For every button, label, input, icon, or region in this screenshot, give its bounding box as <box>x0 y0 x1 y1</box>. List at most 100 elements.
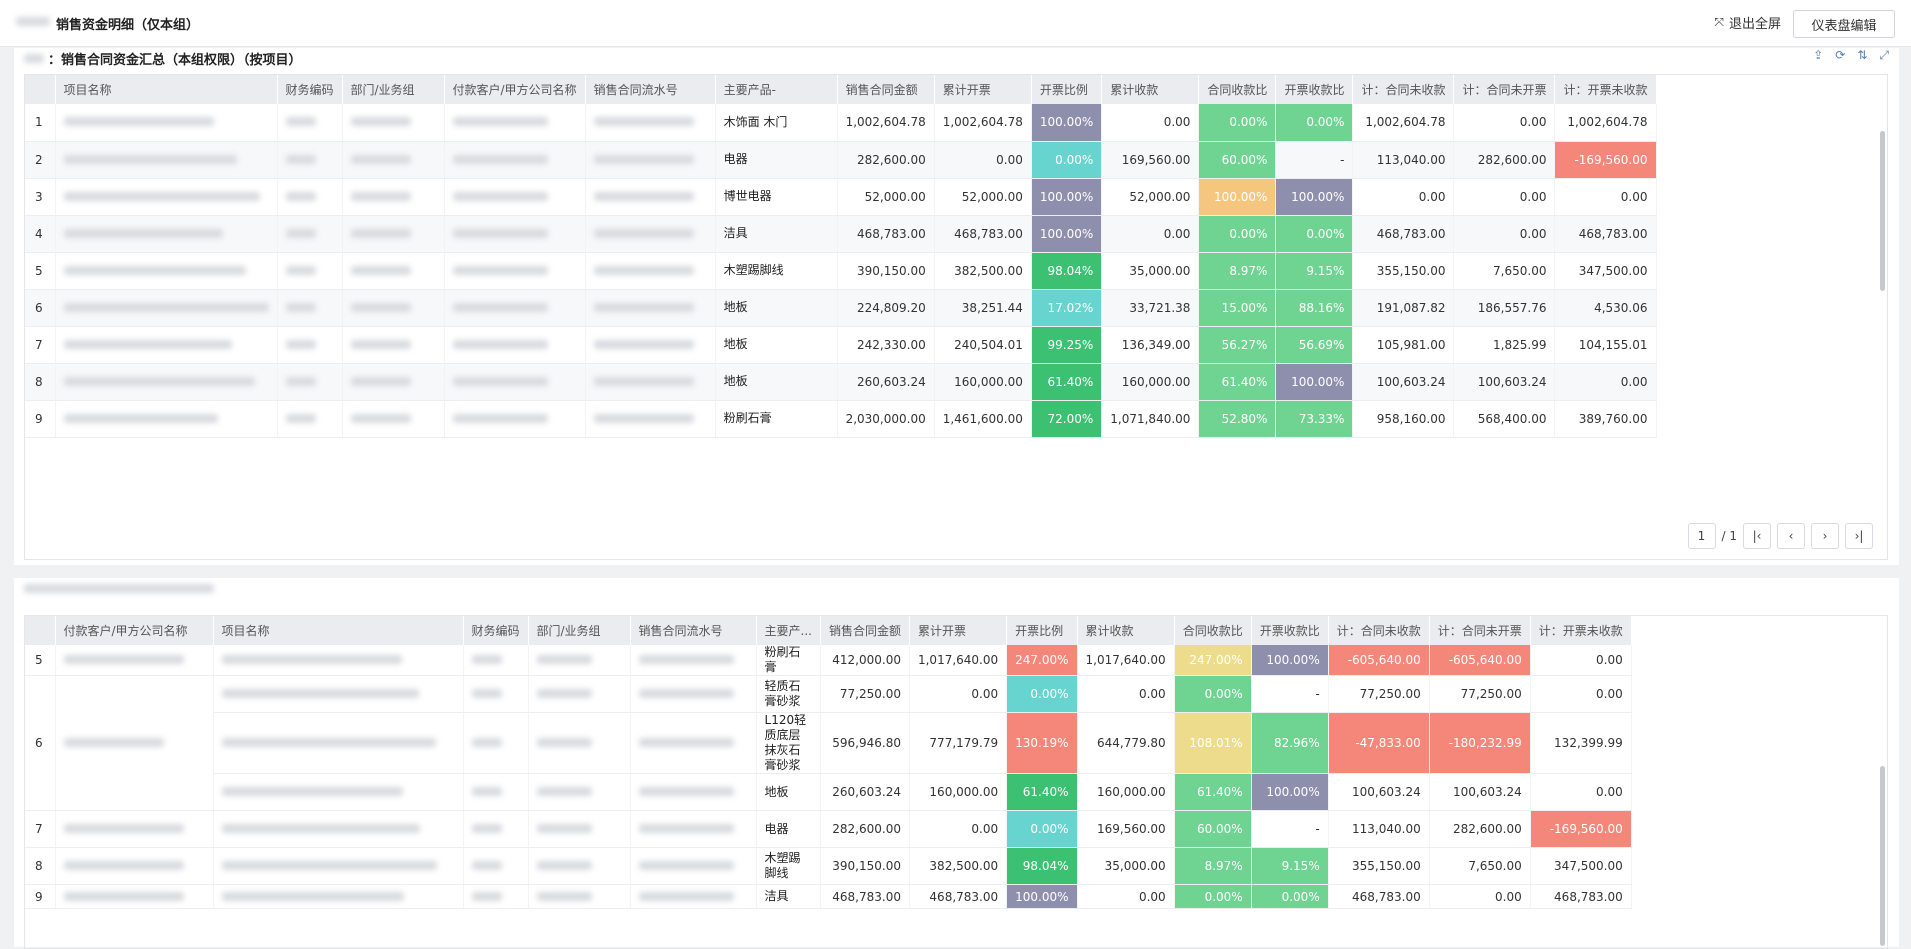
customer-summary-panel: 付款客户/甲方公司名称 项目名称 财务编码 部门/业务组 销售合同流水号 主要产... 销售… <box>14 578 1899 949</box>
blurred-cell <box>55 884 214 909</box>
column-header[interactable]: 计：合同未收款 <box>1328 616 1430 645</box>
table-row[interactable]: 5 木塑踢脚线 390,150.00 382,500.00 98.04% 35,000.0… <box>25 252 1657 290</box>
column-header[interactable]: 销售合同金额 <box>820 616 910 645</box>
column-header[interactable]: 计：合同未收款 <box>1352 75 1455 104</box>
column-header[interactable]: 付款客户/甲方公司名称 <box>55 616 214 645</box>
edit-dashboard-button[interactable]: 仪表盘编辑 <box>1793 10 1895 38</box>
table2-scrollbar[interactable] <box>1880 766 1885 946</box>
receipt-ratio-cell: 8.97% <box>1174 847 1252 885</box>
blurred-cell <box>444 215 586 253</box>
column-header[interactable]: 累计开票 <box>934 75 1032 104</box>
uninvoiced-cell: -180,232.99 <box>1429 712 1531 774</box>
blurred-text <box>221 738 436 747</box>
contract-amount-cell: 224,809.20 <box>837 289 935 327</box>
header-row: 付款客户/甲方公司名称 项目名称 财务编码 部门/业务组 销售合同流水号 主要产... 销售… <box>25 616 1632 645</box>
blurred-cell <box>444 326 586 364</box>
contract-amount-cell: 260,603.24 <box>837 363 935 401</box>
page-number-input[interactable]: 1 <box>1687 523 1716 549</box>
refresh-icon[interactable]: ⟳ <box>1835 48 1845 63</box>
blurred-text <box>63 413 218 423</box>
table-row[interactable]: 5 粉刷石膏 412,000.00 1,017,640.00 247.00% 1,017,… <box>25 645 1632 676</box>
column-header[interactable]: 开票收款比 <box>1275 75 1354 104</box>
customer-table-grid: 付款客户/甲方公司名称 项目名称 财务编码 部门/业务组 销售合同流水号 主要产... 销售… <box>25 616 1632 909</box>
unreceived-cell: 191,087.82 <box>1352 289 1455 327</box>
table-row[interactable]: L120轻质底层抹灰石膏砂浆 596,946.80 777,179.79 130.19… <box>25 712 1632 774</box>
uninvoiced-cell: 0.00 <box>1453 215 1556 253</box>
table-row[interactable]: 8 地板 260,603.24 160,000.00 61.40% 160,000.00 6… <box>25 363 1657 401</box>
column-header[interactable]: 计：开票未收款 <box>1554 75 1657 104</box>
uninvoiced-cell: 100,603.24 <box>1453 363 1556 401</box>
column-header[interactable]: 累计收款 <box>1101 75 1200 104</box>
column-header[interactable]: 计：合同未开票 <box>1453 75 1556 104</box>
table-row[interactable]: 3 博世电器 52,000.00 52,000.00 100.00% 52,000.00 1… <box>25 178 1657 216</box>
column-header[interactable]: 部门/业务组 <box>342 75 445 104</box>
blurred-cell <box>585 400 716 438</box>
column-header[interactable] <box>25 75 56 104</box>
column-header[interactable]: 计：开票未收款 <box>1530 616 1632 645</box>
table-row[interactable]: 地板 260,603.24 160,000.00 61.40% 160,000.00 61… <box>25 773 1632 811</box>
received-cell: 52,000.00 <box>1101 178 1200 216</box>
dashboard-title: 销售资金明细（仅本组） <box>56 18 200 33</box>
blurred-text <box>63 191 260 201</box>
table-row[interactable]: 2 电器 282,600.00 0.00 0.00% 169,560.00 60.00% -1… <box>25 141 1657 179</box>
invoiced-cell: 160,000.00 <box>909 773 1008 811</box>
column-header[interactable]: 累计开票 <box>909 616 1008 645</box>
unreceived-cell: 468,783.00 <box>1352 215 1455 253</box>
invoice-receipt-ratio-cell: 9.15% <box>1251 847 1329 885</box>
blurred-text <box>536 738 592 747</box>
table-row[interactable]: 7 地板 242,330.00 240,504.01 99.25% 136,349.00 5… <box>25 326 1657 364</box>
column-header[interactable]: 项目名称 <box>213 616 464 645</box>
blurred-text <box>593 117 694 127</box>
column-header[interactable]: 财务编码 <box>463 616 529 645</box>
invoice-receipt-ratio-cell: 73.33% <box>1275 400 1354 438</box>
column-header[interactable]: 计：合同未开票 <box>1429 616 1531 645</box>
column-header[interactable]: 项目名称 <box>55 75 278 104</box>
product-cell: 地板 <box>715 363 838 401</box>
table-row[interactable]: 9 粉刷石膏 2,030,000.00 1,461,600.00 72.00% 1,071… <box>25 400 1657 438</box>
first-page-icon[interactable]: |‹ <box>1743 523 1771 549</box>
blurred-cell <box>55 645 214 676</box>
column-header[interactable]: 合同收款比 <box>1198 75 1277 104</box>
contract-amount-cell: 260,603.24 <box>820 773 910 811</box>
sort-icon[interactable]: ⇅ <box>1857 48 1867 63</box>
expand-icon[interactable]: ⤢ <box>1879 48 1889 63</box>
upload-icon[interactable]: ⇪ <box>1813 48 1823 63</box>
blurred-cell <box>55 847 214 885</box>
table-row[interactable]: 1 木饰面 木门 1,002,604.78 1,002,604.78 100.00% 0.… <box>25 104 1657 142</box>
table-row[interactable]: 8 木塑踢脚线 390,150.00 382,500.00 98.04% 35,000.0… <box>25 847 1632 885</box>
blurred-cell <box>277 252 343 290</box>
column-header[interactable]: 销售合同金额 <box>837 75 935 104</box>
table-row[interactable]: 9 洁具 468,783.00 468,783.00 100.00% 0.00 0.00% 0… <box>25 884 1632 909</box>
column-header[interactable]: 开票收款比 <box>1251 616 1329 645</box>
column-header[interactable]: 销售合同流水号 <box>630 616 757 645</box>
receipt-ratio-cell: 108.01% <box>1174 712 1252 774</box>
invoice-ratio-cell: 247.00% <box>1006 645 1078 676</box>
blurred-text <box>536 861 592 870</box>
column-header[interactable]: 累计收款 <box>1077 616 1175 645</box>
invoice-ratio-cell: 0.00% <box>1006 675 1078 713</box>
last-page-icon[interactable]: ›| <box>1845 523 1873 549</box>
receipt-ratio-cell: 8.97% <box>1198 252 1277 290</box>
table-row[interactable]: 6 轻质石膏砂浆 77,250.00 0.00 0.00% 0.00 0.00% -77,25… <box>25 675 1632 811</box>
column-header[interactable] <box>25 616 56 645</box>
column-header[interactable]: 付款客户/甲方公司名称 <box>444 75 586 104</box>
exit-fullscreen-button[interactable]: ⤧ 退出全屏 <box>1714 13 1781 32</box>
column-header[interactable]: 财务编码 <box>277 75 343 104</box>
column-header[interactable]: 销售合同流水号 <box>585 75 716 104</box>
column-header[interactable]: 合同收款比 <box>1174 616 1252 645</box>
uninvoiced-cell: 77,250.00 <box>1429 675 1531 713</box>
next-page-icon[interactable]: › <box>1811 523 1839 549</box>
table-scrollbar[interactable] <box>1880 131 1885 291</box>
blurred-cell <box>213 810 464 848</box>
column-header[interactable]: 开票比例 <box>1031 75 1103 104</box>
column-header[interactable]: 开票比例 <box>1006 616 1078 645</box>
column-header[interactable]: 主要产... <box>756 616 821 645</box>
prev-page-icon[interactable]: ‹ <box>1777 523 1805 549</box>
table-row[interactable]: 4 洁具 468,783.00 468,783.00 100.00% 0.00 0.00% 0… <box>25 215 1657 253</box>
table-row[interactable]: 6 地板 224,809.20 38,251.44 17.02% 33,721.38 15.… <box>25 289 1657 327</box>
table-row[interactable]: 7 电器 282,600.00 0.00 0.00% 169,560.00 60.00% -1… <box>25 810 1632 848</box>
column-header[interactable]: 主要产品- <box>715 75 838 104</box>
invoiced-unreceived-cell: -169,560.00 <box>1530 810 1632 848</box>
column-header[interactable]: 部门/业务组 <box>528 616 631 645</box>
exit-fullscreen-label: 退出全屏 <box>1728 17 1781 32</box>
